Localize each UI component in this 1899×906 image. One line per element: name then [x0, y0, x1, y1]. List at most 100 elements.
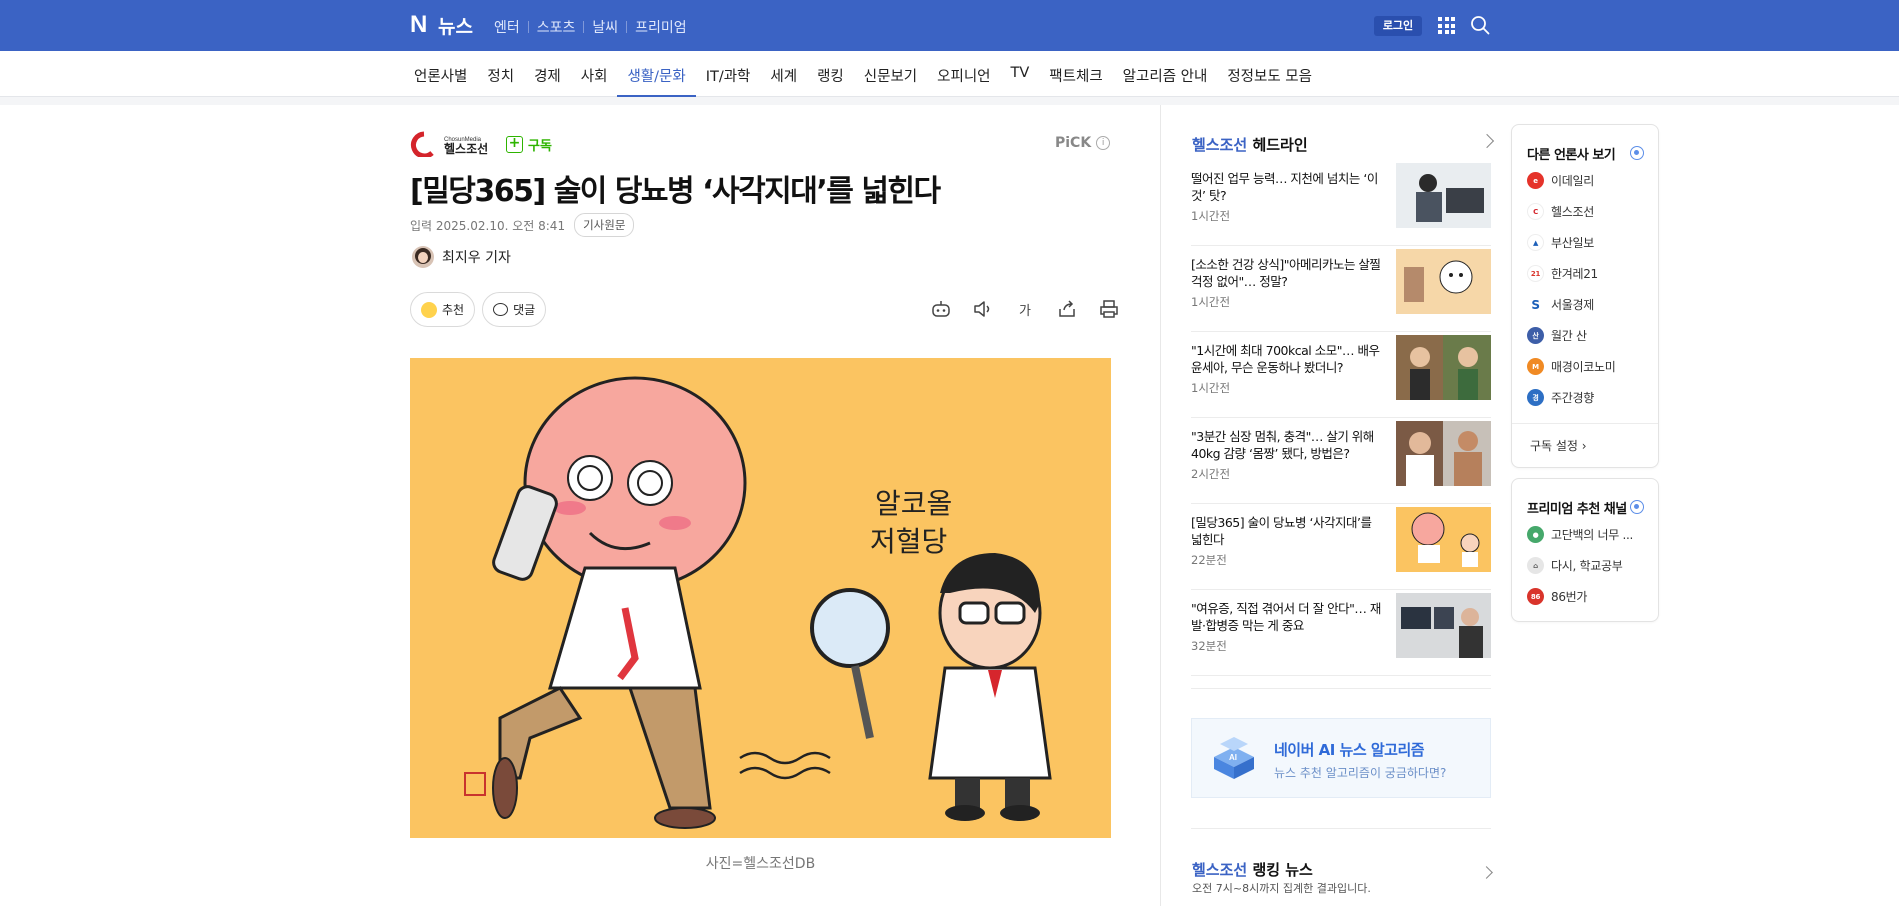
pick-badge[interactable]: PiCK i [1055, 135, 1111, 151]
press-name: 이데일리 [1551, 174, 1594, 188]
ai-algorithm-banner[interactable]: AI 네이버 AI 뉴스 알고리즘 뉴스 추천 알고리즘이 궁금하다면? [1191, 718, 1491, 798]
info-icon[interactable]: i [1096, 136, 1111, 150]
channel-logo-icon: 86 [1527, 588, 1544, 605]
tab-factcheck[interactable]: 팩트체크 [1039, 51, 1112, 97]
audio-icon[interactable] [972, 298, 994, 320]
login-button[interactable]: 로그인 [1374, 16, 1422, 36]
tab-corrections[interactable]: 정정보도 모음 [1217, 51, 1322, 97]
other-press-title: 다른 언론사 보기 [1527, 148, 1616, 163]
headline-title: "3분간 심장 멈춰, 충격"… 살기 위해 40kg 감량 ‘몸짱’ 됐다, … [1191, 429, 1374, 461]
top-nav-weather[interactable]: 날씨 [592, 17, 618, 37]
article-title: [밀당365] 술이 당뇨병 ‘사각지대’를 넓힌다 [410, 174, 941, 209]
smile-icon [421, 301, 437, 318]
divider [583, 21, 585, 33]
list-item[interactable]: M 매경이코노미 [1527, 351, 1616, 382]
share-icon[interactable] [1056, 298, 1078, 320]
list-item[interactable]: 경 주간경향 [1527, 382, 1615, 413]
article-image[interactable]: 알코올 저혈당 [410, 358, 1111, 838]
list-item[interactable]: C 헬스조선 [1527, 196, 1615, 227]
list-item[interactable]: 21 한겨레21 [1527, 258, 1615, 289]
chevron-right-icon[interactable] [1480, 866, 1493, 879]
headline-thumbnail [1396, 163, 1491, 228]
subscribe-label: 구독 [528, 139, 552, 154]
top-nav-premium[interactable]: 프리미엄 [635, 17, 687, 37]
premium-title: 프리미엄 추천 채널 [1527, 502, 1627, 517]
list-item[interactable]: S 서울경제 [1527, 289, 1615, 320]
naver-logo[interactable]: N [410, 13, 431, 37]
refresh-icon[interactable] [1630, 500, 1644, 514]
font-size-icon[interactable]: 가 [1014, 298, 1036, 320]
list-item[interactable]: [밀당365] 술이 당뇨병 ‘사각지대’를 넓힌다 22분전 [1191, 504, 1491, 590]
press-name: 주간경향 [1551, 391, 1594, 405]
press-name: 월간 산 [1551, 329, 1587, 343]
headline-title: [밀당365] 술이 당뇨병 ‘사각지대’를 넓힌다 [1191, 515, 1372, 547]
top-nav-entertain[interactable]: 엔터 [494, 17, 520, 37]
headline-time: 1시간전 [1191, 295, 1231, 309]
headline-thumbnail [1396, 421, 1491, 486]
headline-time: 22분전 [1191, 553, 1227, 567]
category-nav: 언론사별 정치 경제 사회 생활/문화 IT/과학 세계 랭킹 신문보기 오피니… [0, 51, 1899, 97]
press-logo-icon: 산 [1527, 327, 1544, 344]
press-name: 한겨레21 [1551, 267, 1598, 281]
search-icon[interactable] [1470, 15, 1490, 35]
tab-opinion[interactable]: 오피니언 [927, 51, 1000, 97]
headline-time: 32분전 [1191, 639, 1227, 653]
divider [1512, 423, 1658, 424]
press-logo-icon: ▲ [1527, 234, 1544, 251]
tab-world[interactable]: 세계 [760, 51, 807, 97]
tab-life-culture[interactable]: 생활/문화 [617, 51, 696, 97]
reporter[interactable]: 최지우 기자 [412, 246, 511, 268]
list-item[interactable]: ▲ 부산일보 [1527, 227, 1615, 258]
list-item[interactable]: 산 월간 산 [1527, 320, 1615, 351]
tab-newspaper[interactable]: 신문보기 [854, 51, 927, 97]
tab-politics[interactable]: 정치 [477, 51, 524, 97]
ai-cube-icon: AI [1214, 737, 1254, 779]
news-logo[interactable]: 뉴스 [438, 12, 473, 39]
tab-ranking[interactable]: 랭킹 [807, 51, 854, 97]
article-date: 입력 2025.02.10. 오전 8:41 [410, 218, 566, 233]
press-logo-icon: 경 [1527, 389, 1544, 406]
list-item[interactable]: 86 86번가 [1527, 581, 1633, 612]
list-item[interactable]: [소소한 건강 상식]"아메리카노는 살찔 걱정 없어"… 정말? 1시간전 [1191, 246, 1491, 332]
refresh-icon[interactable] [1630, 146, 1644, 160]
tab-algorithm[interactable]: 알고리즘 안내 [1113, 51, 1218, 97]
recommend-button[interactable]: 추천 [410, 292, 476, 327]
ai-banner-subtitle: 뉴스 추천 알고리즘이 궁금하다면? [1274, 766, 1447, 780]
list-item[interactable]: 떨어진 업무 능력… 지천에 넘치는 ‘이것’ 탓? 1시간전 [1191, 160, 1491, 246]
reporter-name: 최지우 기자 [442, 250, 511, 266]
press-logo[interactable]: ChosunMedia 헬스조선 [410, 131, 500, 157]
tab-economy[interactable]: 경제 [524, 51, 571, 97]
list-item[interactable]: e 이데일리 [1527, 165, 1615, 196]
tab-press[interactable]: 언론사별 [404, 51, 477, 97]
image-text-hypoglycemia: 저혈당 [870, 525, 947, 558]
headline-section-title[interactable]: 헬스조선 헤드라인 [1192, 134, 1308, 155]
divider [1160, 105, 1161, 906]
list-item[interactable]: ● 고단백의 너무 ... [1527, 519, 1633, 550]
tab-tv[interactable]: TV [1001, 51, 1040, 97]
subscription-settings-link[interactable]: 구독 설정 › [1530, 437, 1587, 454]
list-item[interactable]: ⌂ 다시, 학교공부 [1527, 550, 1633, 581]
list-item[interactable]: "3분간 심장 멈춰, 충격"… 살기 위해 40kg 감량 ‘몸짱’ 됐다, … [1191, 418, 1491, 504]
headline-thumbnail [1396, 335, 1491, 400]
reporter-avatar [412, 246, 434, 268]
print-icon[interactable] [1098, 298, 1120, 320]
reaction-buttons: 추천 댓글 [410, 292, 547, 327]
service-menu-icon[interactable] [1438, 17, 1455, 34]
top-nav-sports[interactable]: 스포츠 [537, 17, 576, 37]
image-caption: 사진=헬스조선DB [705, 856, 816, 872]
comment-button[interactable]: 댓글 [482, 292, 547, 327]
tab-society[interactable]: 사회 [571, 51, 618, 97]
headline-list: 떨어진 업무 능력… 지천에 넘치는 ‘이것’ 탓? 1시간전 [소소한 건강 … [1191, 160, 1491, 676]
subscribe-button[interactable]: + 구독 [506, 135, 552, 154]
comment-label: 댓글 [513, 303, 536, 317]
tab-it-science[interactable]: IT/과학 [696, 51, 761, 97]
press-logo-icon: S [1527, 296, 1544, 313]
article-tools: 가 [930, 298, 1120, 320]
list-item[interactable]: "여유증, 직접 겪어서 더 잘 안다"… 재발·합병증 막는 게 중요 32분… [1191, 590, 1491, 676]
original-article-link[interactable]: 기사원문 [574, 213, 635, 237]
ranking-subtitle: 오전 7시~8시까지 집계한 결과입니다. [1192, 882, 1371, 895]
summary-bot-icon[interactable] [930, 298, 952, 320]
list-item[interactable]: "1시간에 최대 700kcal 소모"… 배우 윤세아, 무슨 운동하나 봤더… [1191, 332, 1491, 418]
ranking-section-title[interactable]: 헬스조선 랭킹 뉴스 [1192, 859, 1313, 880]
chevron-right-icon[interactable] [1479, 133, 1495, 149]
